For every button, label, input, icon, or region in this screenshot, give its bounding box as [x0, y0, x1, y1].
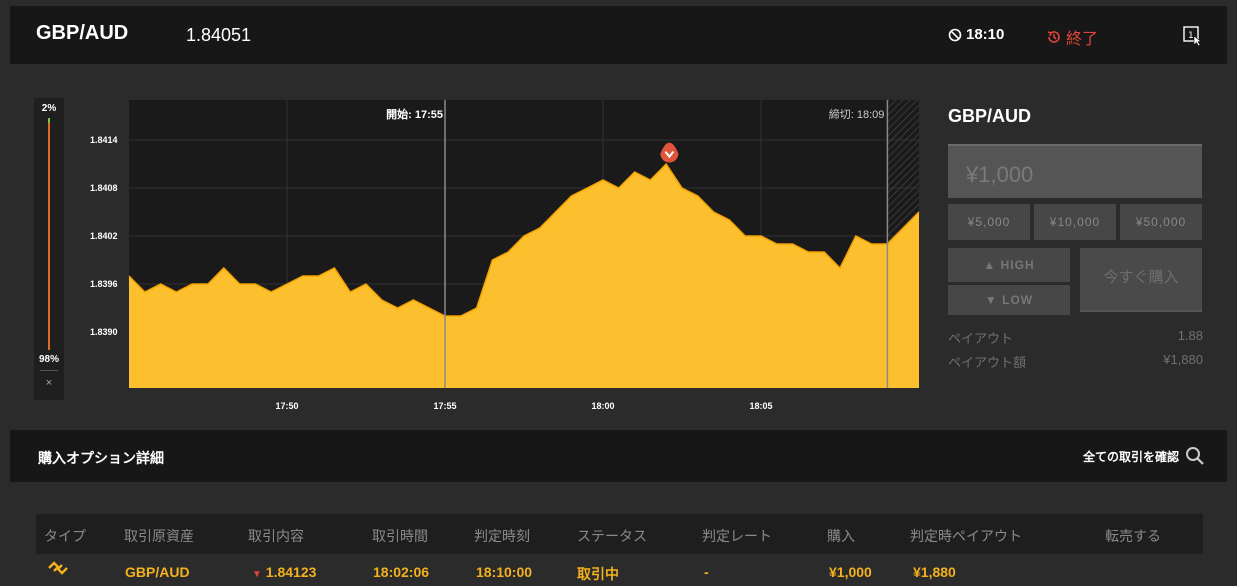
payout-value: 1.88	[1177, 328, 1203, 343]
asset-pair-title: GBP/AUD	[36, 22, 129, 44]
high-label: HIGH	[1000, 258, 1035, 272]
payout-amount-value: ¥1,880	[1163, 352, 1203, 367]
high-percentage: 2%	[41, 103, 57, 114]
y-tick-label: 1.8402	[90, 231, 118, 241]
column-header-status: ステータス	[577, 528, 647, 544]
column-header-asset: 取引原資産	[124, 528, 194, 544]
low-percentage: 98%	[38, 354, 59, 365]
column-header-payout: 判定時ペイアウト	[910, 528, 1022, 544]
all-trades-link[interactable]: 全ての取引を確認	[1083, 446, 1205, 466]
column-header-purchase: 購入	[827, 528, 855, 544]
y-tick-label: 1.8390	[90, 327, 118, 337]
trade-panel: GBP/AUD ¥1,000 ¥5,000 ¥10,000 ¥50,000 ▲ …	[948, 98, 1203, 378]
divider	[40, 370, 58, 371]
x-tick-label: 17:55	[433, 401, 456, 411]
y-tick-label: 1.8408	[90, 183, 118, 193]
countdown-timer: 18:10	[948, 26, 1004, 43]
details-title: 購入オプション詳細	[38, 450, 164, 466]
spread-icon	[48, 561, 68, 575]
history-icon	[1047, 31, 1060, 43]
high-arrow-icon: ▲	[983, 258, 997, 272]
cursor-window-icon[interactable]: 1	[1183, 26, 1203, 46]
table-row[interactable]: GBP/AUD ▼ 1.84123 18:02:06 18:10:00 取引中 …	[36, 556, 1203, 586]
x-tick-label: 18:05	[749, 401, 772, 411]
quick-amount-50000-button[interactable]: ¥50,000	[1120, 204, 1202, 240]
high-button[interactable]: ▲ HIGH	[948, 248, 1070, 282]
row-status: 取引中	[577, 566, 619, 582]
top-bar: GBP/AUD 1.84051 18:10 終了 1	[10, 6, 1227, 64]
column-header-expiry: 判定時刻	[474, 528, 530, 544]
x-tick-label: 18:00	[591, 401, 614, 411]
no-entry-circle-icon	[948, 28, 962, 41]
column-header-type: タイプ	[44, 528, 86, 544]
row-payout: ¥1,880	[913, 564, 956, 580]
table-header: タイプ 取引原資産 取引内容 取引時間 判定時刻 ステータス 判定レート 購入 …	[36, 514, 1203, 554]
end-label: 締切: 18:09	[829, 107, 885, 121]
svg-text:1: 1	[1188, 31, 1194, 41]
column-header-closing-rate: 判定レート	[702, 528, 772, 544]
y-tick-label: 1.8414	[90, 135, 118, 145]
close-icon[interactable]: ×	[34, 377, 64, 389]
y-tick-label: 1.8396	[90, 279, 118, 289]
details-bar: 購入オプション詳細 全ての取引を確認	[10, 430, 1227, 482]
low-button[interactable]: ▼ LOW	[948, 285, 1070, 315]
price-chart[interactable]: 1.8414 1.8408 1.8402 1.8396 1.8390 17:50 17:55…	[70, 98, 925, 420]
trade-asset-title: GBP/AUD	[948, 106, 1032, 126]
low-arrow-icon: ▼	[984, 293, 998, 307]
row-strike: ▼ 1.84123	[252, 564, 316, 580]
x-tick-label: 17:50	[275, 401, 298, 411]
expiry-status[interactable]: 終了	[1046, 25, 1098, 49]
current-rate: 1.84051	[186, 25, 252, 45]
column-header-trade-time: 取引時間	[372, 528, 428, 544]
trading-screen: GBP/AUD 1.84051 18:10 終了 1 2% 98% × 1.84…	[0, 0, 1237, 586]
amount-input[interactable]: ¥1,000	[948, 144, 1202, 198]
row-asset: GBP/AUD	[125, 564, 190, 580]
low-label: LOW	[1002, 293, 1034, 307]
all-trades-label: 全ての取引を確認	[1082, 449, 1179, 464]
row-expiry: 18:10:00	[476, 564, 533, 580]
column-header-content: 取引内容	[248, 528, 304, 544]
low-arrow-icon: ▼	[252, 569, 262, 580]
buy-now-button[interactable]: 今すぐ購入	[1080, 248, 1202, 312]
payout-label: ペイアウト	[948, 331, 1014, 346]
ended-label: 終了	[1066, 31, 1099, 48]
search-icon	[1186, 447, 1204, 465]
timer-text: 18:10	[966, 26, 1005, 43]
column-header-resell: 転売する	[1105, 528, 1161, 544]
row-purchase: ¥1,000	[829, 564, 872, 580]
row-trade-time: 18:02:06	[373, 564, 430, 580]
start-label: 開始: 17:55	[386, 107, 443, 121]
row-strike-value: 1.84123	[265, 564, 317, 580]
sentiment-bar: 2% 98% ×	[34, 98, 64, 400]
quick-amount-5000-button[interactable]: ¥5,000	[948, 204, 1030, 240]
payout-amount-label: ペイアウト額	[948, 355, 1027, 370]
price-chart-svg: 1.8414 1.8408 1.8402 1.8396 1.8390 17:50 17:55…	[90, 100, 920, 411]
quick-amount-10000-button[interactable]: ¥10,000	[1034, 204, 1116, 240]
row-closing-rate: -	[704, 564, 709, 580]
low-fill	[48, 123, 50, 350]
